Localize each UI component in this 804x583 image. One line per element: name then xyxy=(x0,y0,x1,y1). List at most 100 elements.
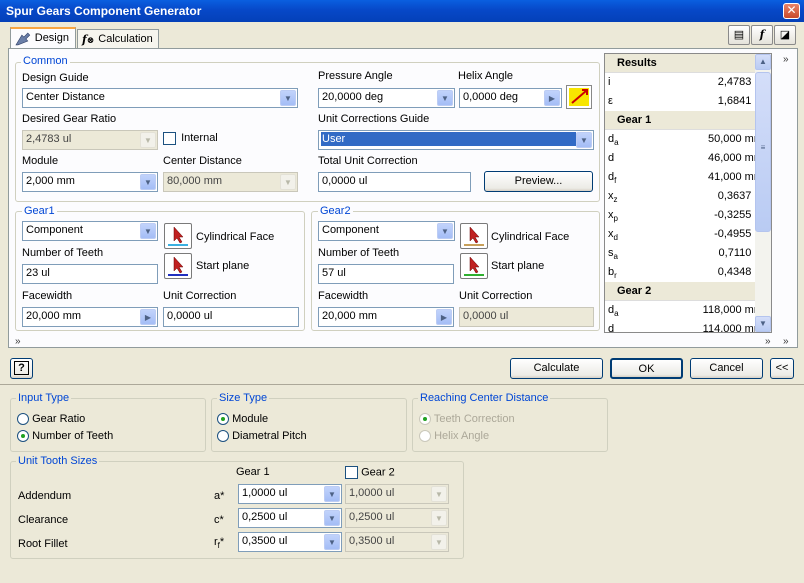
total-unit-corr-label: Total Unit Correction xyxy=(318,155,418,167)
results-gear2-title: Gear 2 xyxy=(605,282,771,301)
gear1-facewidth-field[interactable]: 20,000 mm ▶ xyxy=(22,307,158,327)
diametral-pitch-label: Diametral Pitch xyxy=(232,430,307,442)
expand-right-icon[interactable]: » xyxy=(783,54,789,65)
gear1-unit-corr-field[interactable]: 0,0000 ul xyxy=(163,307,299,327)
scroll-down-icon[interactable]: ▼ xyxy=(755,316,771,332)
gear1-unit-corr-label: Unit Correction xyxy=(163,290,237,302)
result-row: xd -0,4955 ul xyxy=(605,225,771,244)
expand-down-icon[interactable]: » xyxy=(15,336,21,347)
design-guide-select[interactable]: Center Distance ▼ xyxy=(22,88,298,108)
chevron-right-icon[interactable]: ▶ xyxy=(140,309,156,325)
design-guide-label: Design Guide xyxy=(22,72,89,84)
radio-button[interactable] xyxy=(217,430,229,443)
gear2-enable-row[interactable]: Gear 2 xyxy=(345,466,395,479)
calculate-button[interactable]: Calculate xyxy=(510,358,603,379)
radio-button[interactable] xyxy=(217,413,229,426)
module-select[interactable]: 2,000 mm ▼ xyxy=(22,172,158,192)
module-option-label: Module xyxy=(232,413,269,425)
result-symbol-sub: a xyxy=(614,138,619,148)
gear1-legend: Gear1 xyxy=(22,205,57,217)
flip-direction-button[interactable] xyxy=(566,85,592,109)
module-label: Module xyxy=(22,155,59,167)
result-row: ε 1,6841 ul xyxy=(605,92,771,111)
root-fillet-gear1-select[interactable]: 0,3500 ul ▼ xyxy=(238,532,342,552)
gear2-teeth-field[interactable]: 57 ul xyxy=(318,264,454,284)
addendum-gear1-select[interactable]: 1,0000 ul ▼ xyxy=(238,484,342,504)
tab-design[interactable]: Design xyxy=(10,27,76,50)
results-scrollbar[interactable]: ▲ ≡ ▼ xyxy=(755,54,771,332)
radio-button[interactable] xyxy=(17,430,29,443)
result-symbol: xz xyxy=(608,190,618,206)
chevron-down-icon: ▼ xyxy=(324,534,340,550)
gear2-enable-checkbox[interactable] xyxy=(345,466,358,479)
total-unit-corr-field[interactable]: 0,0000 ul xyxy=(318,172,471,192)
gear2-start-plane-label: Start plane xyxy=(491,260,545,272)
radio-button xyxy=(419,430,431,443)
result-value: 118,000 mm xyxy=(702,304,763,316)
internal-checkbox[interactable] xyxy=(163,132,176,145)
gear2-unit-corr-value: 0,0000 ul xyxy=(463,310,509,322)
gear-icon xyxy=(15,32,31,46)
gear2-unit-corr-label: Unit Correction xyxy=(459,290,533,302)
gear2-cylindrical-face-button[interactable] xyxy=(460,223,488,249)
result-symbol: d xyxy=(608,152,614,168)
tab-calculation[interactable]: f⊗ Calculation xyxy=(77,29,159,50)
input-type-gear-ratio[interactable]: Gear Ratio xyxy=(17,413,85,426)
input-type-num-teeth[interactable]: Number of Teeth xyxy=(17,430,113,443)
chevron-right-icon[interactable]: ▶ xyxy=(436,309,452,325)
gear1-type-select[interactable]: Component ▼ xyxy=(22,221,158,241)
expand-down-icon[interactable]: » xyxy=(765,336,771,347)
clearance-gear1-select[interactable]: 0,2500 ul ▼ xyxy=(238,508,342,528)
result-value: 114,000 mm xyxy=(702,323,763,333)
result-symbol: d xyxy=(608,323,614,332)
root-fillet-gear2-value: 0,3500 ul xyxy=(349,535,395,547)
gear1-teeth-label: Number of Teeth xyxy=(22,247,104,259)
preview-button[interactable]: Preview... xyxy=(484,171,593,192)
file-icon[interactable]: ▤ xyxy=(728,25,750,45)
helix-angle-option-label: Helix Angle xyxy=(434,430,490,442)
formula-icon: f⊗ xyxy=(82,33,95,46)
scroll-thumb[interactable]: ≡ xyxy=(755,72,771,232)
clearance-gear1-value: 0,2500 ul xyxy=(242,511,288,523)
pressure-angle-select[interactable]: 20,0000 deg ▼ xyxy=(318,88,455,108)
chevron-down-icon: ▼ xyxy=(140,174,156,190)
addendum-gear2-value: 1,0000 ul xyxy=(349,487,395,499)
book-icon[interactable]: ◪ xyxy=(774,25,796,45)
result-symbol-sub: d xyxy=(613,233,618,243)
ok-button[interactable]: OK xyxy=(610,358,683,379)
window-titlebar: Spur Gears Component Generator xyxy=(0,0,804,22)
gear1-cylindrical-face-button[interactable] xyxy=(164,223,192,249)
gear1-start-plane-button[interactable] xyxy=(164,253,192,279)
scroll-up-icon[interactable]: ▲ xyxy=(755,54,771,70)
result-row: br 0,4348 ul xyxy=(605,263,771,282)
helix-angle-value: 0,0000 deg xyxy=(463,91,519,103)
result-symbol: ε xyxy=(608,95,613,111)
collapse-button[interactable]: << xyxy=(770,358,794,379)
chevron-right-icon[interactable]: ▶ xyxy=(544,90,560,106)
reaching-teeth-correction: Teeth Correction xyxy=(419,413,515,426)
internal-checkbox-row[interactable]: Internal xyxy=(163,132,218,145)
gear1-cyl-face-label: Cylindrical Face xyxy=(196,231,275,243)
gear1-teeth-field[interactable]: 23 ul xyxy=(22,264,158,284)
addendum-symbol: a* xyxy=(214,490,225,502)
cursor-select-icon xyxy=(464,256,484,276)
cancel-button[interactable]: Cancel xyxy=(690,358,763,379)
close-button[interactable]: ✕ xyxy=(783,3,800,19)
internal-label: Internal xyxy=(181,132,218,145)
formula-icon[interactable]: f xyxy=(751,25,773,45)
help-button[interactable]: ? xyxy=(10,358,33,379)
size-type-diametral[interactable]: Diametral Pitch xyxy=(217,430,307,443)
helix-angle-field[interactable]: 0,0000 deg ▶ xyxy=(459,88,562,108)
module-value: 2,000 mm xyxy=(26,175,75,187)
result-symbol-sub: a xyxy=(613,252,618,262)
radio-button[interactable] xyxy=(17,413,29,426)
size-type-module[interactable]: Module xyxy=(217,413,269,426)
gear2-facewidth-field[interactable]: 20,000 mm ▶ xyxy=(318,307,454,327)
expand-right-icon[interactable]: » xyxy=(783,336,789,347)
unit-tooth-legend: Unit Tooth Sizes xyxy=(16,455,100,467)
results-top-list: i 2,4783 ul ε 1,6841 ul xyxy=(605,73,771,111)
radio-button xyxy=(419,413,431,426)
gear2-start-plane-button[interactable] xyxy=(460,253,488,279)
unit-corr-guide-select[interactable]: User ▼ xyxy=(318,130,594,150)
gear2-type-select[interactable]: Component ▼ xyxy=(318,221,455,241)
